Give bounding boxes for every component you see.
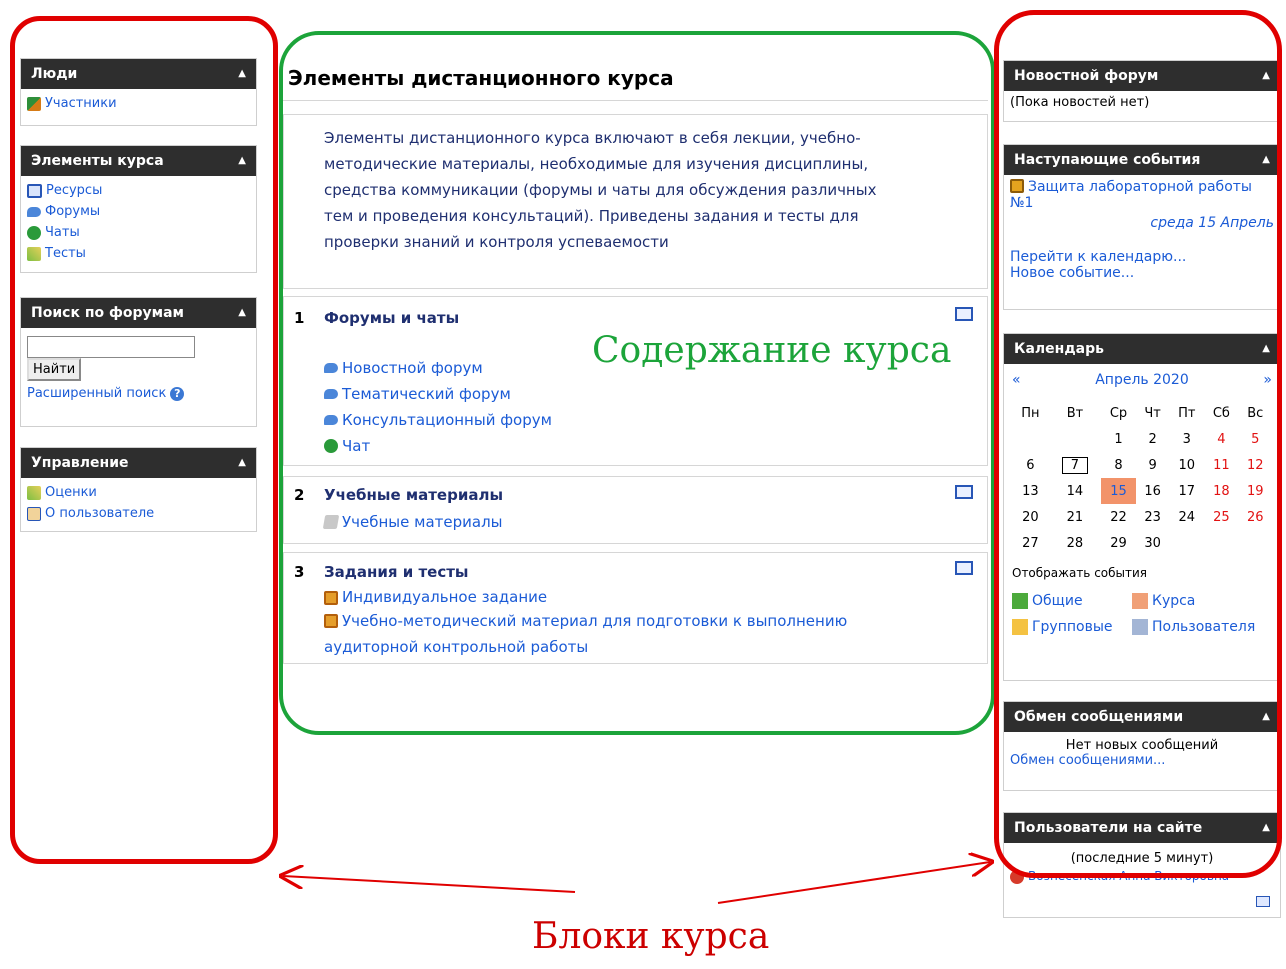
arrows <box>0 0 1286 904</box>
arrow-right <box>717 862 990 904</box>
arrow-left <box>283 876 576 893</box>
blocks-annotation: Блоки курса <box>532 916 770 957</box>
